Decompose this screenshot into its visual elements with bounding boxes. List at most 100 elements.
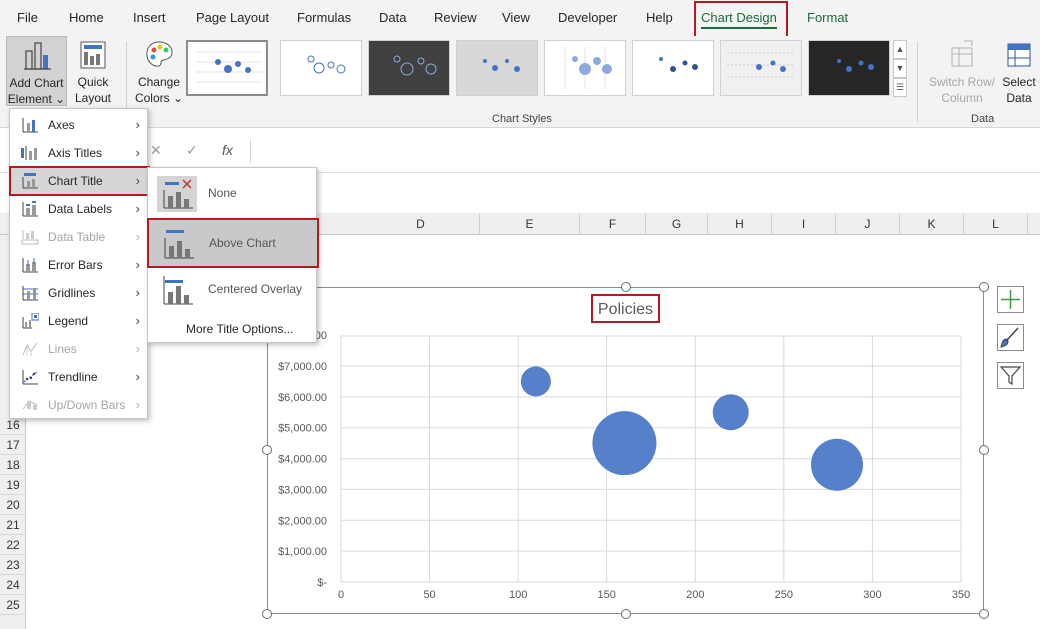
change-colors-button[interactable]: Change Colors ⌄: [134, 38, 184, 106]
tab-formulas[interactable]: Formulas: [297, 0, 351, 36]
tab-view[interactable]: View: [502, 0, 530, 36]
x-tick-label: 250: [775, 589, 793, 601]
menu-item-error-bars[interactable]: Error Bars ›: [10, 251, 148, 279]
add-chart-element-label-2: Element ⌄: [7, 92, 66, 106]
resize-handle-bottom-left[interactable]: [262, 609, 272, 619]
tab-developer[interactable]: Developer: [558, 0, 617, 36]
menu-item-legend[interactable]: Legend ›: [10, 307, 148, 335]
tab-format[interactable]: Format: [807, 0, 848, 36]
submenu-item-label: None: [208, 186, 237, 200]
more-title-options-link[interactable]: More Title Options...: [186, 322, 293, 336]
chart-style-3[interactable]: [368, 40, 450, 96]
tab-home[interactable]: Home: [69, 0, 104, 36]
tab-file[interactable]: File: [17, 0, 38, 36]
excel-window: File Home Insert Page Layout Formulas Da…: [0, 0, 1040, 629]
resize-handle-bottom-right[interactable]: [979, 609, 989, 619]
cancel-icon[interactable]: ✕: [150, 142, 162, 159]
chevron-right-icon: ›: [135, 145, 140, 160]
formula-input[interactable]: [250, 139, 1040, 163]
submenu-item-centered-overlay[interactable]: Centered Overlay: [148, 266, 316, 314]
resize-handle-bottom[interactable]: [621, 609, 631, 619]
gallery-scroll-down-icon[interactable]: ▼: [893, 59, 907, 78]
lines-icon: [22, 342, 38, 356]
menu-item-axis-titles[interactable]: Axis Titles ›: [10, 139, 148, 167]
menu-item-label: Up/Down Bars: [48, 398, 126, 412]
chart-filters-button[interactable]: [997, 362, 1024, 389]
fx-icon[interactable]: fx: [222, 142, 233, 158]
column-header-g[interactable]: G: [646, 213, 708, 235]
row-header-19[interactable]: 19: [0, 475, 26, 495]
chart-style-4[interactable]: [456, 40, 538, 96]
legend-icon: [22, 313, 39, 329]
row-header-25[interactable]: 25: [0, 595, 26, 615]
chart-style-preview-icon: [393, 55, 437, 76]
chart-title-submenu: None Above Chart Centered Overlay More T…: [147, 167, 319, 343]
menu-item-trendline[interactable]: Trendline ›: [10, 363, 148, 391]
chevron-right-icon: ›: [135, 397, 140, 412]
row-header-17[interactable]: 17: [0, 435, 26, 455]
bubble-chart[interactable]: 0 50 100 150 200 250 300 350 $- $1,000.00 $2,000.0…: [267, 287, 984, 614]
column-header-l[interactable]: L: [964, 213, 1028, 235]
row-header-23[interactable]: 23: [0, 555, 26, 575]
chart-style-5[interactable]: [544, 40, 626, 96]
row-header-20[interactable]: 20: [0, 495, 26, 515]
column-header-h[interactable]: H: [708, 213, 772, 235]
resize-handle-top-right[interactable]: [979, 282, 989, 292]
chart-title[interactable]: Policies: [591, 294, 660, 323]
resize-handle-top[interactable]: [621, 282, 631, 292]
switch-row-column-button[interactable]: Switch Row/ Column: [926, 38, 998, 106]
chart-elements-button[interactable]: [997, 286, 1024, 313]
y-tick-label: $7,000.00: [278, 361, 327, 373]
menu-item-data-labels[interactable]: Data Labels ›: [10, 195, 148, 223]
gallery-more-icon[interactable]: ☰: [893, 78, 907, 97]
menu-item-up-down-bars: Up/Down Bars ›: [10, 391, 148, 419]
highlight-chart-design-tab: [694, 1, 788, 41]
switch-row-column-icon: [951, 40, 973, 67]
resize-handle-right[interactable]: [979, 445, 989, 455]
data-labels-icon: [22, 201, 38, 217]
chart-style-2[interactable]: [280, 40, 362, 96]
tab-data[interactable]: Data: [379, 0, 406, 36]
chart-style-1[interactable]: [186, 40, 268, 96]
menu-item-axes[interactable]: Axes ›: [10, 111, 148, 139]
add-chart-element-icon: [23, 42, 51, 70]
row-header-21[interactable]: 21: [0, 515, 26, 535]
row-header-18[interactable]: 18: [0, 455, 26, 475]
tab-review[interactable]: Review: [434, 0, 477, 36]
tab-help[interactable]: Help: [646, 0, 673, 36]
add-chart-element-button[interactable]: Add Chart Element ⌄: [6, 36, 67, 106]
tab-page-layout[interactable]: Page Layout: [196, 0, 269, 36]
resize-handle-left[interactable]: [262, 445, 272, 455]
ribbon-separator: [917, 42, 918, 122]
gallery-scroll-up-icon[interactable]: ▲: [893, 40, 907, 59]
chart-title-above-icon: [164, 230, 194, 259]
column-header-f[interactable]: F: [580, 213, 646, 235]
menu-item-gridlines[interactable]: Gridlines ›: [10, 279, 148, 307]
tab-insert[interactable]: Insert: [133, 0, 166, 36]
submenu-item-none[interactable]: None: [148, 170, 316, 218]
chart-styles-button[interactable]: [997, 324, 1024, 351]
column-header-d[interactable]: D: [362, 213, 480, 235]
chart-style-6[interactable]: [632, 40, 714, 96]
quick-layout-label-1: Quick: [77, 75, 109, 89]
chart-style-preview-icon: [564, 47, 612, 89]
column-header-j[interactable]: J: [836, 213, 900, 235]
column-header-e[interactable]: E: [480, 213, 580, 235]
menu-item-chart-title[interactable]: Chart Title ›: [9, 166, 150, 196]
up-down-bars-icon: [22, 400, 38, 410]
menu-item-data-table: Data Table ›: [10, 223, 148, 251]
column-header-i[interactable]: I: [772, 213, 836, 235]
chart-styles-gallery: [186, 40, 892, 98]
chart-style-8[interactable]: [808, 40, 890, 96]
chart-style-7[interactable]: [720, 40, 802, 96]
quick-layout-icon: [80, 41, 106, 69]
column-header-k[interactable]: K: [900, 213, 964, 235]
bubble-point: [520, 366, 551, 397]
y-tick-label: $2,000.00: [278, 515, 327, 527]
row-header-24[interactable]: 24: [0, 575, 26, 595]
enter-icon[interactable]: ✓: [186, 142, 198, 159]
select-data-button[interactable]: Select Data: [1000, 38, 1038, 106]
error-bars-icon: [22, 258, 38, 273]
submenu-item-above-chart[interactable]: Above Chart: [147, 218, 319, 268]
row-header-22[interactable]: 22: [0, 535, 26, 555]
